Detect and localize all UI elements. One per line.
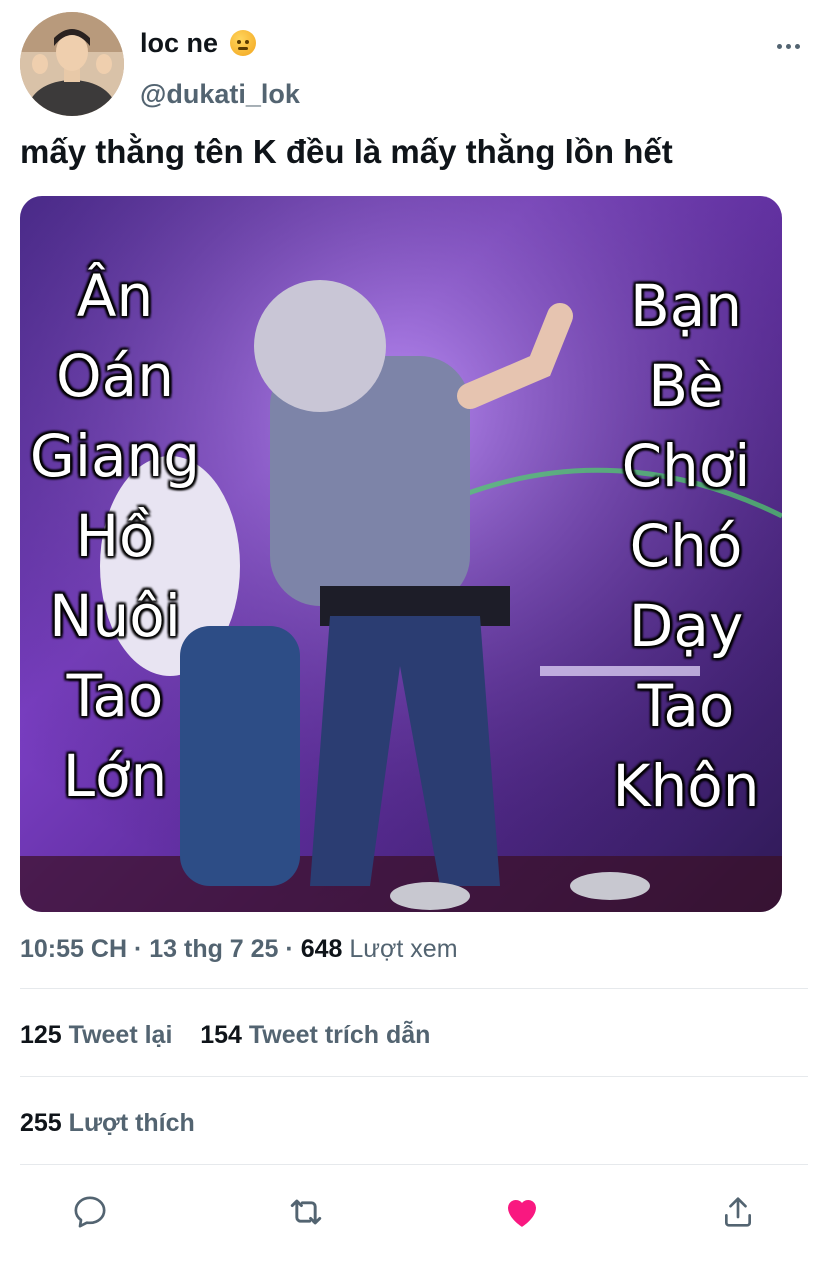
meme-caption-right: Bạn Bè Chơi Chó Dạy Tao Khôn bbox=[590, 266, 782, 826]
meta-separator: · bbox=[133, 935, 143, 963]
meta-separator: · bbox=[285, 935, 294, 963]
retweets-stat[interactable]: 125 Tweet lại bbox=[20, 1021, 179, 1049]
caption-word: Lớn bbox=[62, 742, 168, 810]
tweet-time[interactable]: 10:55 CH bbox=[20, 935, 127, 963]
views-count: 648 bbox=[300, 935, 343, 963]
display-name-text: loc ne bbox=[140, 28, 219, 58]
caption-word: Giang bbox=[29, 422, 201, 490]
likes-count: 255 bbox=[20, 1109, 62, 1137]
caption-word: Ân bbox=[76, 262, 154, 330]
quotes-label: Tweet trích dẫn bbox=[248, 1021, 431, 1049]
quotes-stat[interactable]: 154 Tweet trích dẫn bbox=[200, 1021, 430, 1049]
tweet-date[interactable]: 13 thg 7 25 bbox=[149, 935, 278, 963]
tweet-text: mấy thằng tên K đều là mấy thằng lồn hết bbox=[20, 133, 673, 170]
share-upload-icon bbox=[725, 1197, 751, 1227]
retweet-button[interactable] bbox=[284, 1190, 328, 1234]
engagement-stats: 125 Tweet lại 154 Tweet trích dẫn bbox=[20, 1018, 430, 1052]
more-options-icon[interactable] bbox=[768, 32, 808, 60]
divider bbox=[20, 988, 808, 989]
caption-word: Bạn bbox=[629, 272, 743, 340]
caption-word: Dạy bbox=[628, 592, 744, 660]
tweet-media-image[interactable]: Ân Oán Giang Hồ Nuôi Tao Lớn Bạn Bè Chơi… bbox=[20, 196, 782, 912]
heart-icon bbox=[508, 1199, 536, 1227]
retweets-label: Tweet lại bbox=[68, 1021, 173, 1049]
caption-word: Tao bbox=[66, 662, 164, 730]
caption-word: Chó bbox=[629, 512, 743, 580]
share-button[interactable] bbox=[716, 1190, 760, 1234]
retweets-count: 125 bbox=[20, 1021, 62, 1049]
meme-caption-left: Ân Oán Giang Hồ Nuôi Tao Lớn bbox=[20, 256, 210, 816]
avatar-image bbox=[20, 12, 124, 116]
caption-word: Nuôi bbox=[49, 582, 181, 650]
quotes-count: 154 bbox=[200, 1021, 242, 1049]
caption-word: Tao bbox=[637, 672, 735, 740]
reply-button[interactable] bbox=[68, 1190, 112, 1234]
likes-label: Lượt thích bbox=[68, 1109, 195, 1137]
caption-word: Bè bbox=[648, 352, 724, 420]
likes-stat[interactable]: 255 Lượt thích bbox=[20, 1106, 195, 1140]
author-handle[interactable]: @dukati_lok bbox=[140, 77, 300, 111]
author-display-name[interactable]: loc ne bbox=[140, 26, 256, 60]
retweet-arrows-icon bbox=[290, 1199, 322, 1225]
caption-word: Oán bbox=[56, 342, 174, 410]
angry-face-emoji-icon bbox=[229, 30, 256, 56]
caption-word: Chơi bbox=[621, 432, 751, 500]
views-label: Lượt xem bbox=[349, 935, 458, 963]
caption-word: Khôn bbox=[612, 752, 760, 820]
tweet-meta: 10:55 CH · 13 thg 7 25 · 648 Lượt xem bbox=[20, 932, 458, 966]
speech-bubble-icon bbox=[74, 1196, 106, 1228]
caption-word: Hồ bbox=[75, 502, 155, 570]
divider bbox=[20, 1076, 808, 1077]
like-button[interactable] bbox=[500, 1190, 544, 1234]
avatar[interactable] bbox=[20, 12, 124, 116]
divider bbox=[20, 1164, 808, 1165]
